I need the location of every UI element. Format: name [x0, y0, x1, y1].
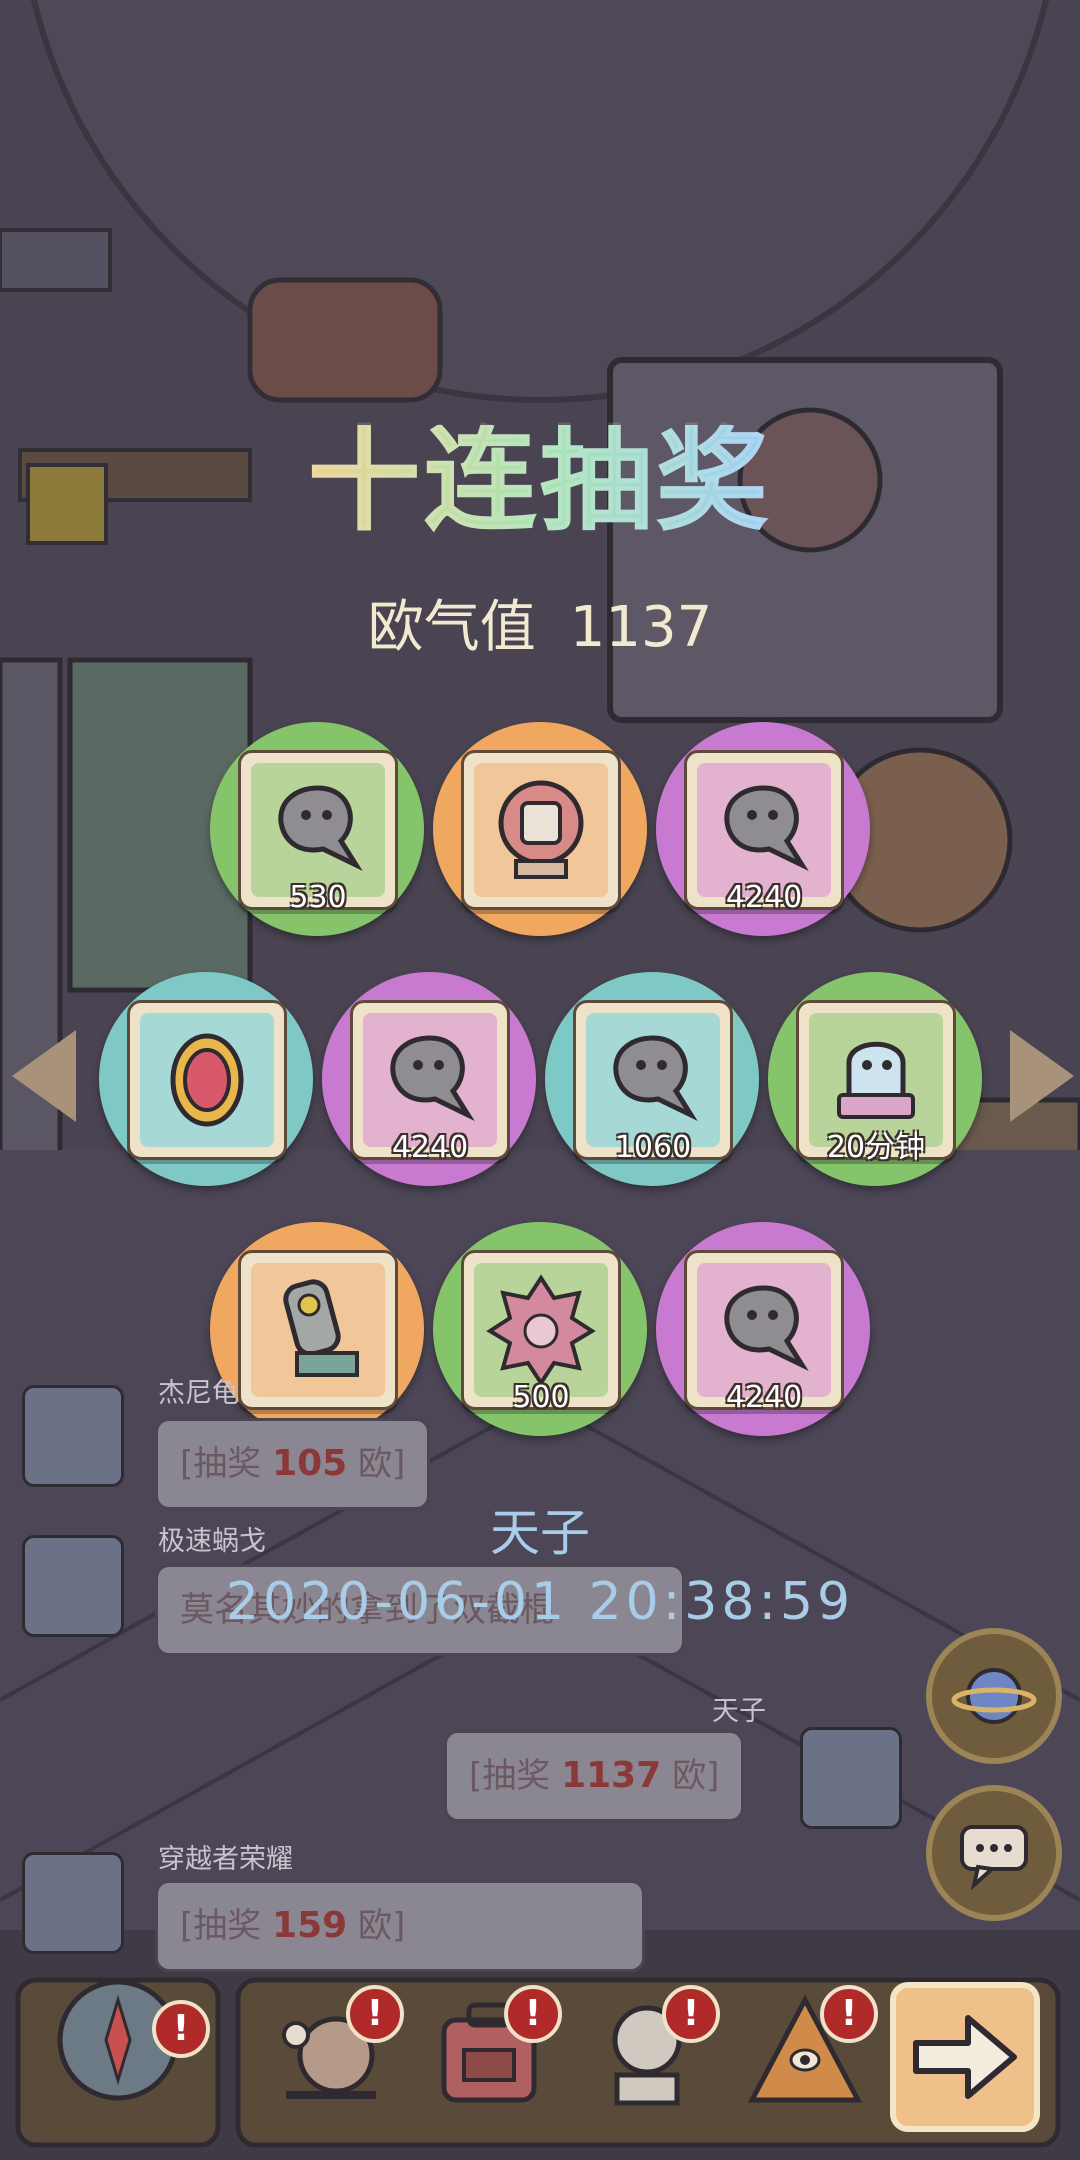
reward-card — [127, 1000, 287, 1160]
reward-slot-7[interactable]: 20分钟 — [768, 972, 982, 1186]
exit-button[interactable] — [890, 1982, 1040, 2132]
reward-quantity: 500 — [512, 1380, 570, 1415]
luck-label: 欧气值 — [367, 595, 536, 660]
pyramid-button[interactable]: ! — [740, 1985, 878, 2115]
chat-bubble: [抽奖 105 欧] — [155, 1418, 431, 1510]
reward-card: 4240 — [684, 750, 844, 915]
reward-quantity: 4240 — [725, 880, 803, 915]
chat-suffix: 欧] — [347, 1444, 406, 1484]
arrow-left-icon[interactable] — [12, 1030, 76, 1122]
reward-quantity: 20分钟 — [826, 1130, 926, 1165]
compass-button[interactable]: ! — [48, 1970, 210, 2110]
planet-icon — [951, 1668, 1037, 1724]
reward-card — [238, 1250, 398, 1410]
backpack-button[interactable]: ! — [424, 1985, 562, 2115]
statue-button[interactable]: ! — [582, 1985, 720, 2115]
notification-badge: ! — [152, 2000, 210, 2058]
reward-quantity: 1060 — [614, 1130, 692, 1165]
chat-amount: 105 — [272, 1443, 348, 1484]
reward-slot-6[interactable]: 1060 — [545, 972, 759, 1186]
gem-amulet-icon — [170, 1033, 244, 1127]
luck-value: 1137 — [569, 595, 713, 660]
chat-username: 杰尼龟 — [158, 1378, 239, 1409]
chat-username: 穿越者荣耀 — [158, 1844, 293, 1875]
chat-prefix: [抽奖 — [180, 1444, 273, 1484]
notification-badge: ! — [820, 1985, 878, 2043]
reward-slot-2[interactable] — [433, 722, 647, 936]
chat-bubble: [抽奖 1137 欧] — [444, 1730, 745, 1822]
avatar[interactable] — [22, 1852, 124, 1954]
snail-button[interactable]: ! — [266, 1985, 404, 2115]
chat-prefix: [抽奖 — [469, 1756, 562, 1796]
reward-quantity: 4240 — [391, 1130, 469, 1165]
reward-quantity: 4240 — [725, 1380, 803, 1415]
reward-card: 530 — [238, 750, 398, 915]
reward-card: 20分钟 — [796, 1000, 956, 1165]
luck-value-display: 欧气值 1137 — [0, 600, 1080, 656]
overlay-timestamp: 2020-06-01 20:38:59 — [225, 1572, 855, 1632]
chat-bubble-icon — [960, 1825, 1028, 1891]
chat-bubble: [抽奖 159 欧] — [155, 1880, 645, 1972]
notification-badge: ! — [504, 1985, 562, 2043]
chat-button[interactable] — [926, 1785, 1062, 1921]
avatar[interactable] — [800, 1727, 902, 1829]
notification-badge: ! — [346, 1985, 404, 2043]
reward-slot-9[interactable]: 500 — [433, 1222, 647, 1436]
reward-card — [461, 750, 621, 910]
reward-slot-3[interactable]: 4240 — [656, 722, 870, 936]
chat-amount: 159 — [272, 1905, 348, 1946]
arrow-right-icon[interactable] — [1010, 1030, 1074, 1122]
reward-slot-4[interactable] — [99, 972, 313, 1186]
chat-username: 天子 — [712, 1696, 766, 1727]
chat-suffix: 欧] — [661, 1756, 720, 1796]
reward-card: 500 — [461, 1250, 621, 1415]
reward-slot-5[interactable]: 4240 — [322, 972, 536, 1186]
chat-amount: 1137 — [561, 1755, 662, 1796]
reward-quantity: 530 — [289, 880, 347, 915]
notification-badge: ! — [662, 1985, 720, 2043]
overlay-player-name: 天子 — [490, 1504, 590, 1562]
reward-card: 4240 — [684, 1250, 844, 1415]
reward-slot-1[interactable]: 530 — [210, 722, 424, 936]
reward-slot-8[interactable] — [210, 1222, 424, 1436]
chat-prefix: [抽奖 — [180, 1906, 273, 1946]
nuclear-canister-icon — [283, 1279, 359, 1377]
arrow-exit-icon — [913, 2015, 1017, 2099]
reward-card: 1060 — [573, 1000, 733, 1165]
page-title: 十连抽奖 — [0, 425, 1080, 538]
avatar[interactable] — [22, 1385, 124, 1487]
reward-card: 4240 — [350, 1000, 510, 1165]
reward-slot-10[interactable]: 4240 — [656, 1222, 870, 1436]
chat-suffix: 欧] — [347, 1906, 406, 1946]
planet-button[interactable] — [926, 1628, 1062, 1764]
crystal-ball-icon — [498, 780, 584, 879]
